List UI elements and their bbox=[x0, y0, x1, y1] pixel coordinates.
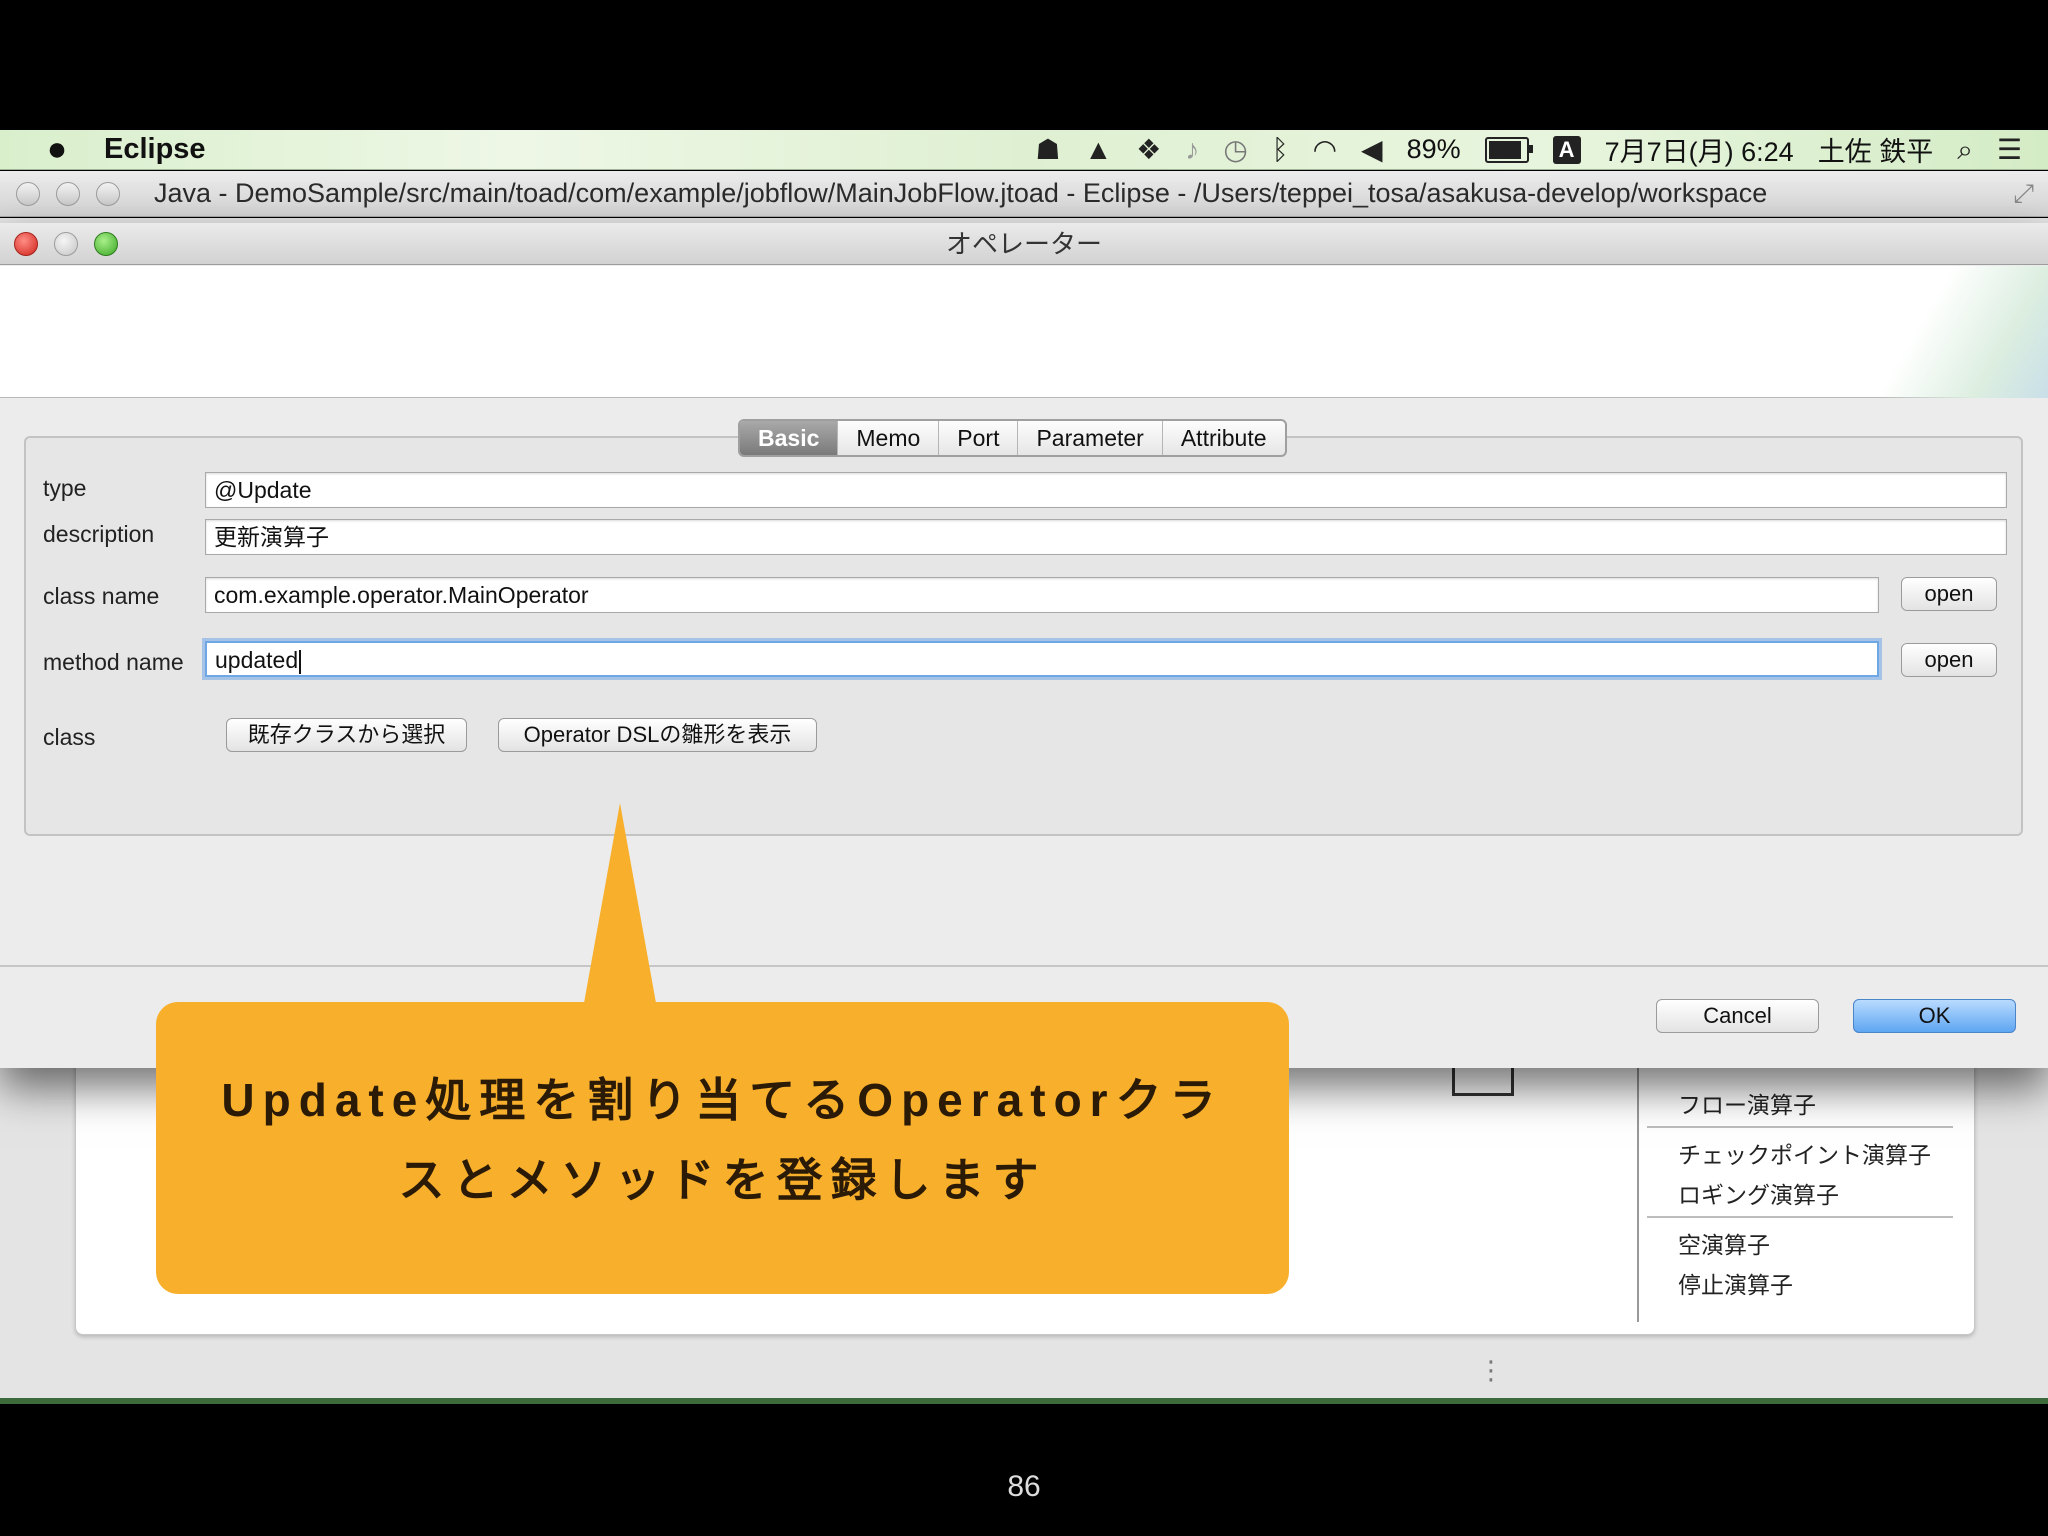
bluetooth-icon[interactable]: ᛒ bbox=[1272, 130, 1289, 170]
eclipse-minimize-button[interactable] bbox=[56, 181, 80, 206]
menu-bar: ● Eclipse ☗ ▲ ❖ ♪ ◷ ᛒ ◠ ◀ 89% A 7月7日(月) … bbox=[0, 130, 2048, 170]
method-name-open-button[interactable]: open bbox=[1901, 643, 1997, 677]
menubar-clock[interactable]: 7月7日(月) 6:24 bbox=[1605, 130, 1794, 169]
app-menu-name[interactable]: Eclipse bbox=[104, 133, 206, 166]
palette-divider bbox=[1637, 1060, 1639, 1322]
spotlight-search-icon[interactable]: ⌕ bbox=[1957, 130, 1973, 170]
battery-icon[interactable] bbox=[1484, 136, 1533, 163]
eclipse-zoom-button[interactable] bbox=[96, 181, 120, 206]
palette-separator bbox=[1647, 1126, 1953, 1128]
show-operator-dsl-template-button[interactable]: Operator DSLの雛形を表示 bbox=[498, 718, 817, 752]
evernote-icon[interactable]: ☗ bbox=[1035, 130, 1060, 170]
callout-pointer bbox=[584, 803, 656, 1003]
class-name-label: class name bbox=[43, 583, 160, 609]
eclipse-window-titlebar: Java - DemoSample/src/main/toad/com/exam… bbox=[0, 171, 2048, 217]
tab-basic[interactable]: Basic bbox=[740, 421, 838, 455]
palette-item[interactable]: 停止演算子 bbox=[1678, 1266, 1793, 1300]
palette-separator bbox=[1647, 1216, 1953, 1218]
tab-bar: Basic Memo Port Parameter Attribute bbox=[738, 419, 1287, 457]
tab-attribute[interactable]: Attribute bbox=[1161, 421, 1285, 455]
callout-line-1: Update処理を割り当てるOperatorクラ bbox=[221, 1074, 1224, 1126]
volume-icon[interactable]: ◀ bbox=[1361, 130, 1383, 170]
ok-button[interactable]: OK bbox=[1853, 999, 2016, 1033]
method-name-value: updated bbox=[215, 647, 299, 673]
tab-parameter[interactable]: Parameter bbox=[1017, 421, 1161, 455]
description-field[interactable]: 更新演算子 bbox=[205, 519, 2007, 555]
palette-item[interactable]: チェックポイント演算子 bbox=[1678, 1136, 1931, 1170]
method-name-field[interactable]: updated bbox=[205, 641, 1879, 677]
dialog-header-decoration bbox=[1880, 266, 2048, 398]
dialog-title: オペレーター bbox=[945, 229, 1102, 259]
class-label: class bbox=[43, 724, 96, 750]
dropbox-icon[interactable]: ❖ bbox=[1136, 130, 1161, 170]
notification-bell-icon[interactable]: ♪ bbox=[1185, 130, 1199, 170]
method-name-label: method name bbox=[43, 649, 184, 675]
cancel-button[interactable]: Cancel bbox=[1656, 999, 1819, 1033]
type-label: type bbox=[43, 475, 87, 501]
google-drive-icon[interactable]: ▲ bbox=[1085, 130, 1113, 170]
palette-item[interactable]: フロー演算子 bbox=[1678, 1086, 1816, 1120]
menubar-user-name[interactable]: 土佐 鉄平 bbox=[1818, 130, 1934, 169]
class-name-open-button[interactable]: open bbox=[1901, 577, 1997, 611]
tab-memo[interactable]: Memo bbox=[837, 421, 938, 455]
dialog-footer-separator bbox=[0, 965, 2048, 967]
eclipse-close-button[interactable] bbox=[16, 181, 40, 206]
input-source-indicator[interactable]: A bbox=[1552, 135, 1581, 164]
eclipse-window-title: Java - DemoSample/src/main/toad/com/exam… bbox=[154, 178, 1768, 208]
window-bottom-edge bbox=[0, 1398, 2048, 1404]
battery-level-fill bbox=[1488, 140, 1521, 159]
class-name-field[interactable]: com.example.operator.MainOperator bbox=[205, 577, 1879, 613]
diagram-shape[interactable] bbox=[1452, 1066, 1514, 1096]
time-machine-icon[interactable]: ◷ bbox=[1223, 130, 1247, 170]
fullscreen-icon[interactable]: ⤢ bbox=[2013, 178, 2034, 210]
operator-dialog: オペレーター Basic Memo Port Parameter Attribu… bbox=[0, 223, 2048, 1068]
wifi-icon[interactable]: ◠ bbox=[1313, 130, 1337, 170]
notification-center-icon[interactable]: ☰ bbox=[1997, 130, 2022, 170]
callout-text: Update処理を割り当てるOperatorクラ スとメソッドを登録します bbox=[156, 1060, 1289, 1220]
sash-handle-icon[interactable]: ⋮ bbox=[1478, 1355, 1504, 1386]
select-existing-class-button[interactable]: 既存クラスから選択 bbox=[226, 718, 467, 752]
palette-item[interactable]: 空演算子 bbox=[1678, 1226, 1770, 1260]
slide-page-number: 86 bbox=[1007, 1470, 1041, 1503]
tab-port[interactable]: Port bbox=[938, 421, 1017, 455]
apple-menu-icon[interactable]: ● bbox=[40, 130, 74, 169]
dialog-header-area bbox=[0, 266, 2048, 398]
callout-line-2: スとメソッドを登録します bbox=[398, 1154, 1047, 1206]
status-area: ☗ ▲ ❖ ♪ ◷ ᛒ ◠ ◀ 89% A 7月7日(月) 6:24 土佐 鉄平… bbox=[1035, 130, 2022, 170]
text-caret bbox=[299, 649, 302, 674]
battery-percent: 89% bbox=[1406, 134, 1461, 164]
type-field[interactable]: @Update bbox=[205, 472, 2007, 508]
palette-item[interactable]: ロギング演算子 bbox=[1678, 1176, 1839, 1210]
description-label: description bbox=[43, 521, 155, 547]
